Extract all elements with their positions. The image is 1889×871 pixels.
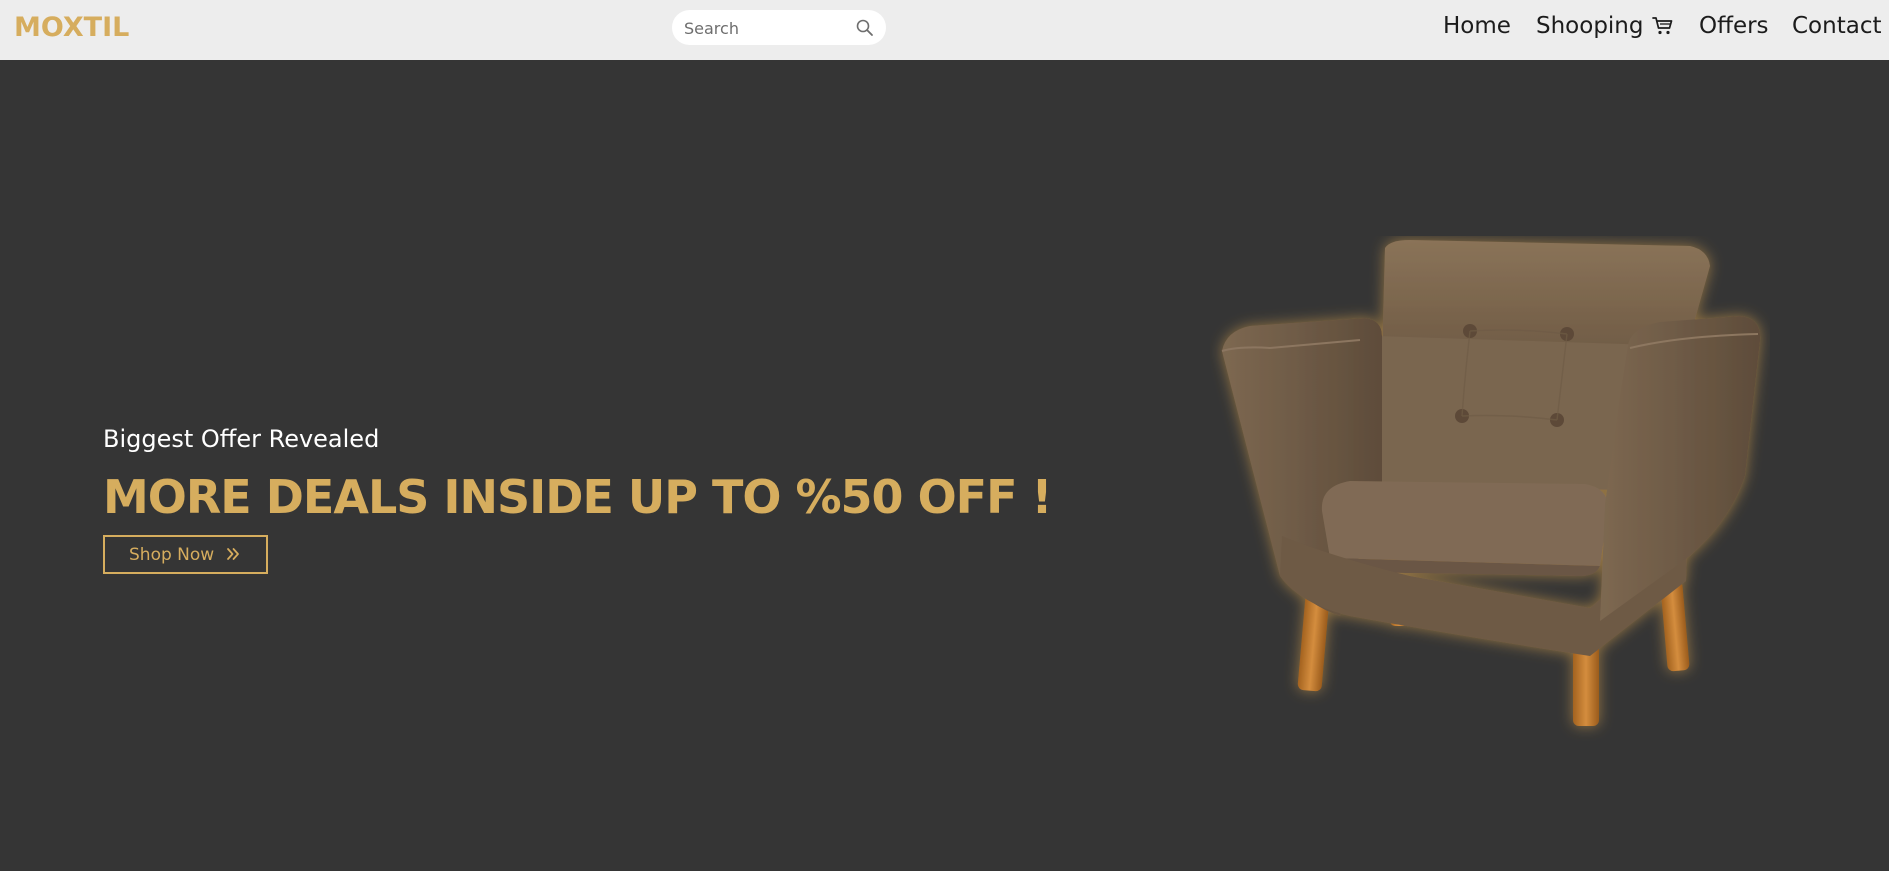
nav-shopping[interactable]: Shooping	[1536, 13, 1644, 39]
shop-now-label: Shop Now	[129, 545, 215, 565]
nav-home[interactable]: Home	[1443, 13, 1511, 39]
hero-subtitle: Biggest Offer Revealed	[103, 425, 380, 453]
hero-title: MORE DEALS INSIDE UP TO %50 OFF !	[103, 470, 1053, 524]
nav-contact[interactable]: Contact	[1792, 13, 1881, 39]
double-chevron-right-icon	[227, 548, 239, 560]
armchair-image	[1221, 240, 1761, 726]
nav-offers[interactable]: Offers	[1699, 13, 1769, 39]
main-nav: Home Shooping Offers Contact	[0, 13, 1889, 47]
cart-icon[interactable]	[1652, 16, 1674, 36]
shop-now-button[interactable]: Shop Now	[103, 535, 268, 574]
top-navbar: MOXTIL Home Shooping Offers Contact	[0, 0, 1889, 60]
